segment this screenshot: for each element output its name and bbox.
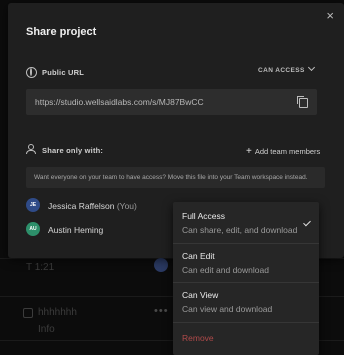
add-team-members-button[interactable]: + Add team members [246,146,320,157]
team-workspace-banner: Want everyone on your team to have acces… [26,167,325,188]
member-name-text: Austin Heming [48,225,104,235]
remove-member-button[interactable]: Remove [182,333,214,343]
menu-item-can-edit[interactable]: Can Edit Can edit and download [173,243,319,283]
add-team-members-label: Add team members [254,147,321,156]
public-url-field[interactable]: https://studio.wellsaidlabs.com/s/MJ87Bw… [26,89,317,115]
checkmark-icon [303,218,311,227]
banner-text: Want everyone on your team to have acces… [34,174,308,181]
access-dropdown-label: CAN ACCESS [258,67,305,74]
public-url-value: https://studio.wellsaidlabs.com/s/MJ87Bw… [35,97,204,107]
menu-item-description: Can view and download [182,304,273,314]
background-row-title[interactable]: hhhhhhh [38,307,77,318]
permission-menu: Full Access Can share, edit, and downloa… [173,202,319,355]
member-name: Jessica Raffelson (You) [48,201,137,211]
member-you-tag: (You) [116,201,137,211]
avatar: JE [26,198,40,212]
background-row-meta: Info [38,324,55,335]
share-only-with-label: Share only with: [42,146,104,155]
menu-item-title: Can Edit [182,251,215,261]
document-icon [23,308,33,318]
menu-divider [173,322,319,323]
menu-item-description: Can edit and download [182,265,269,275]
member-name-text: Jessica Raffelson [48,201,115,211]
globe-icon [26,67,37,78]
background-row-meta: T 1:21 [26,262,55,273]
public-url-label: Public URL [42,68,85,77]
background-avatar [154,258,168,272]
menu-item-description: Can share, edit, and download [182,225,298,235]
app-stage: T 1:21 hhhhhhh ••• Info × Share project … [0,0,344,355]
menu-item-title: Full Access [182,211,225,221]
close-button[interactable]: × [326,8,334,23]
person-icon [26,144,36,154]
menu-item-title: Can View [182,290,219,300]
dialog-title: Share project [26,26,97,38]
more-options-icon[interactable]: ••• [154,305,169,317]
access-dropdown[interactable]: CAN ACCESS [258,63,315,74]
avatar: AU [26,222,40,236]
plus-icon: + [246,146,252,157]
chevron-down-icon [307,63,315,72]
menu-item-can-view[interactable]: Can View Can view and download [173,282,319,322]
copy-icon[interactable] [297,96,308,108]
menu-item-full-access[interactable]: Full Access Can share, edit, and downloa… [173,202,319,242]
member-name: Austin Heming [48,225,103,235]
